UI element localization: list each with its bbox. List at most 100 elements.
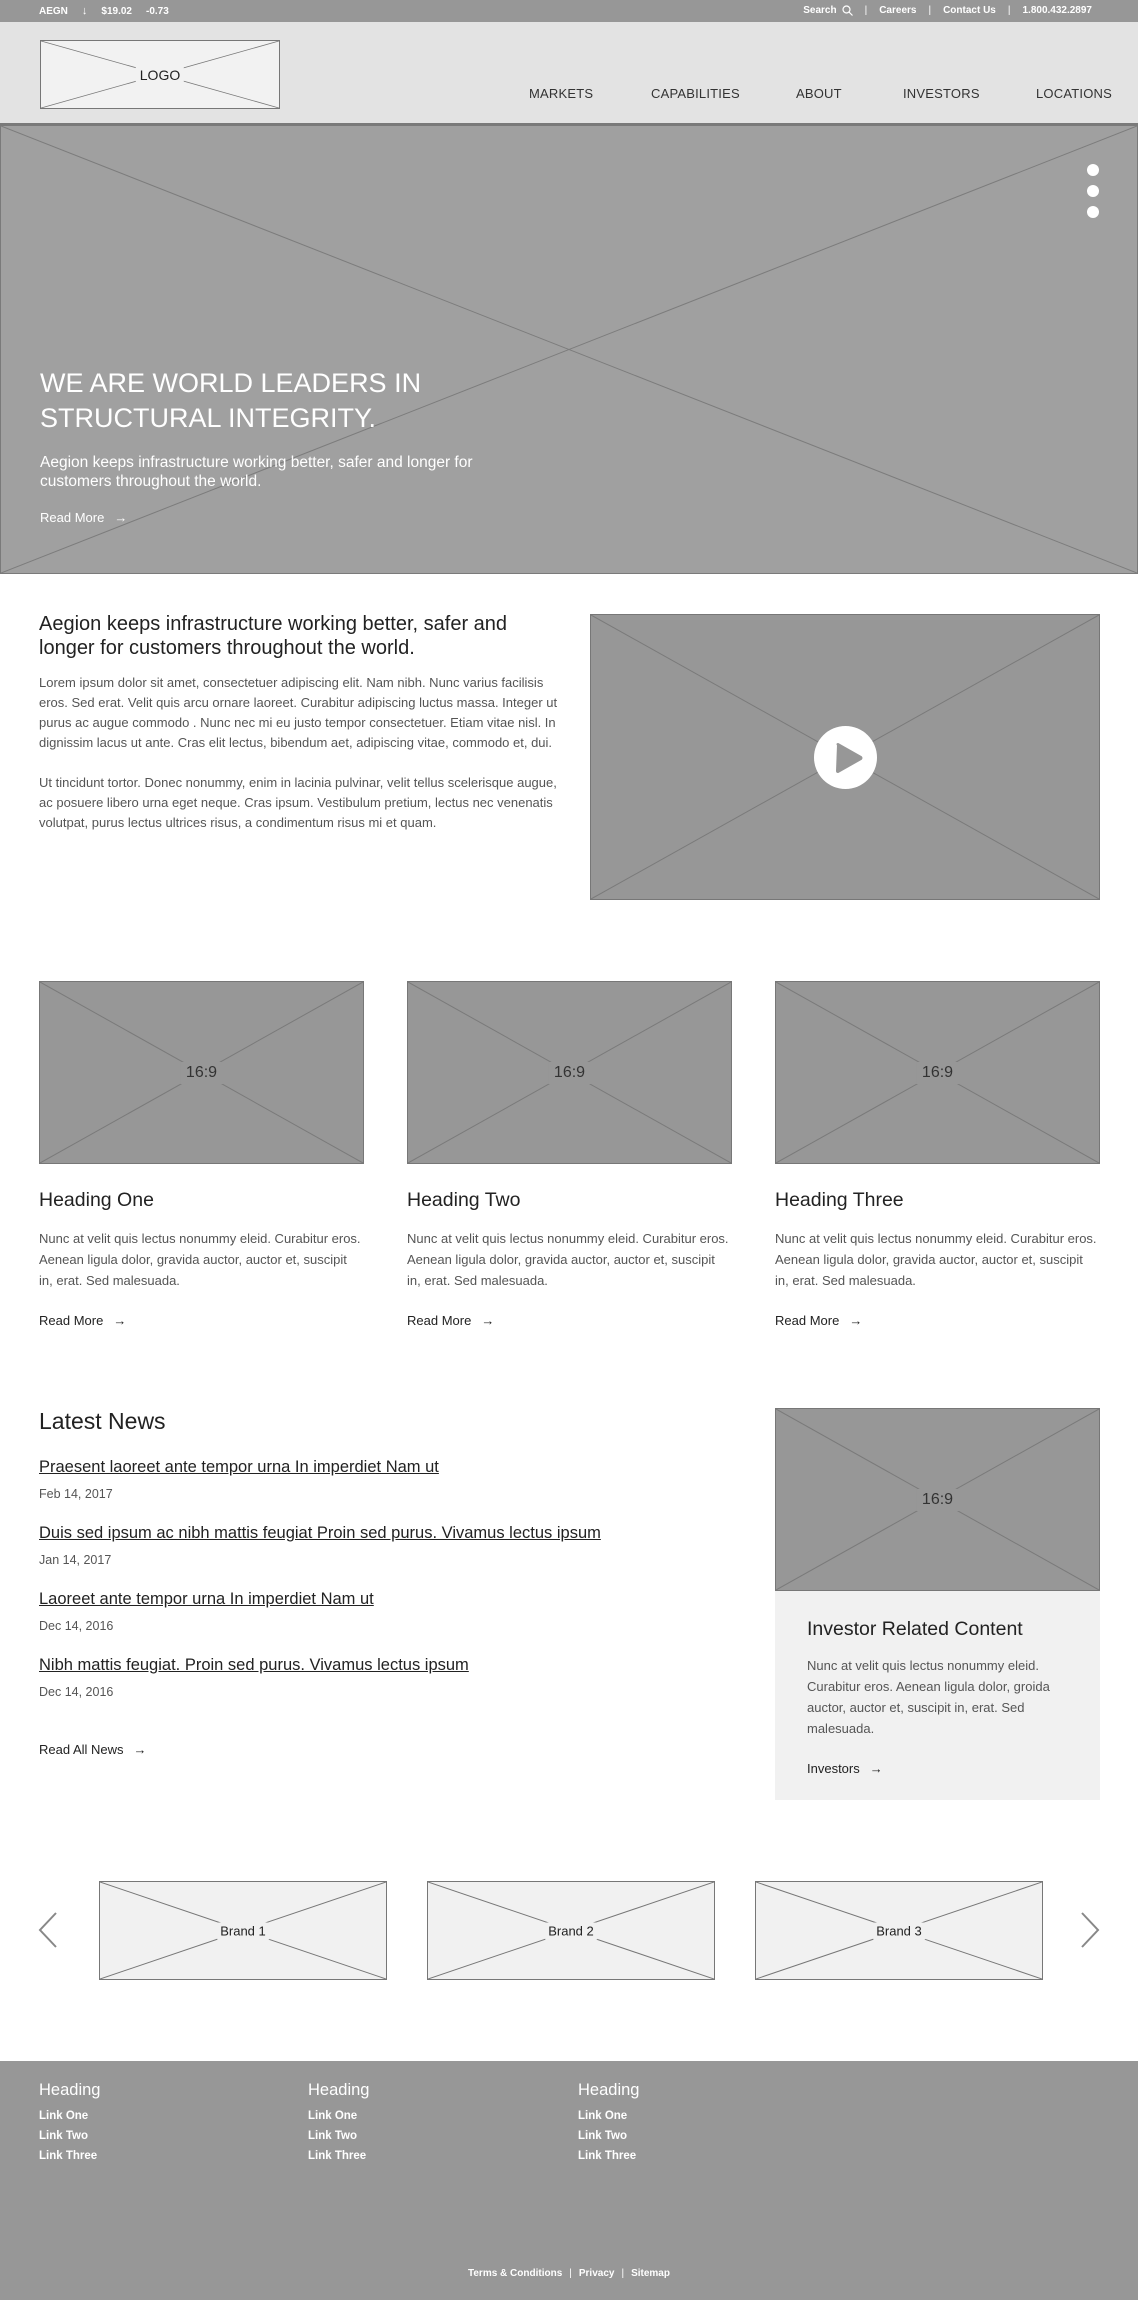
feature-card: 16:9 Heading One Nunc at velit quis lect… [39,981,364,1330]
read-more-label: Read More [40,510,105,525]
news-headline-link[interactable]: Laoreet ante tempor urna In imperdiet Na… [39,1590,374,1608]
investors-link[interactable]: Investors → [807,1761,883,1776]
feature-card: 16:9 Heading Two Nunc at velit quis lect… [407,981,732,1330]
video-player[interactable] [590,614,1100,900]
investor-body: Investor Related Content Nunc at velit q… [775,1591,1100,1778]
brand-label: Brand 1 [217,1922,269,1939]
brand-logo[interactable]: Brand 2 [427,1881,715,1980]
intro-paragraph: Ut tincidunt tortor. Donec nonummy, enim… [39,775,557,830]
legal-links: Terms & Conditions | Privacy | Sitemap [0,2268,1138,2279]
read-all-news-link[interactable]: Read All News → [39,1742,147,1757]
nav-capabilities[interactable]: CAPABILITIES [651,86,740,101]
careers-link[interactable]: Careers [879,5,916,16]
nav-about[interactable]: ABOUT [796,86,842,101]
brand-prev-button[interactable] [38,1912,58,1948]
nav-markets[interactable]: MARKETS [529,86,593,101]
aspect-ratio-label: 16:9 [179,1061,224,1084]
news-title: Latest News [39,1408,166,1434]
stock-ticker: AEGN ↓ $19.02 -0.73 [39,5,169,17]
news-list: Praesent laoreet ante tempor urna In imp… [39,1458,739,1722]
footer-link[interactable]: Link Two [578,2126,639,2146]
footer-link[interactable]: Link Two [39,2126,100,2146]
arrow-right-icon: → [849,1313,863,1328]
news-headline-link[interactable]: Praesent laoreet ante tempor urna In imp… [39,1458,439,1476]
brand-label: Brand 2 [545,1922,597,1939]
news-item: Laoreet ante tempor urna In imperdiet Na… [39,1590,739,1656]
arrow-right-icon: → [113,1313,127,1328]
news-date: Dec 14, 2016 [39,1619,114,1633]
card-read-more-link[interactable]: Read More → [407,1313,494,1328]
brand-next-button[interactable] [1080,1912,1100,1948]
footer-column: Heading Link One Link Two Link Three [308,2081,369,2166]
footer-link[interactable]: Link Three [308,2146,369,2166]
footer-link[interactable]: Link One [39,2106,100,2126]
news-item: Duis sed ipsum ac nibh mattis feugiat Pr… [39,1524,739,1590]
site-footer: Heading Link One Link Two Link Three Hea… [0,2061,1138,2300]
footer-column: Heading Link One Link Two Link Three [578,2081,639,2166]
brand-logo[interactable]: Brand 1 [99,1881,387,1980]
separator: | [621,2268,625,2279]
aspect-ratio-label: 16:9 [915,1061,960,1084]
brand-label: Brand 3 [873,1922,925,1939]
image-placeholder: 16:9 [407,981,732,1164]
arrow-down-icon: ↓ [81,5,88,17]
news-headline-link[interactable]: Nibh mattis feugiat. Proin sed purus. Vi… [39,1656,469,1674]
search-link[interactable]: Search [803,5,853,16]
aspect-ratio-label: 16:9 [915,1488,960,1511]
footer-link[interactable]: Link Three [39,2146,100,2166]
hero-title: WE ARE WORLD LEADERS IN STRUCTURAL INTEG… [40,368,422,433]
news-date: Jan 14, 2017 [39,1553,112,1567]
card-read-more-link[interactable]: Read More → [39,1313,126,1328]
separator: | [569,2268,572,2279]
news-date: Feb 14, 2017 [39,1487,113,1501]
news-item: Praesent laoreet ante tempor urna In imp… [39,1458,739,1524]
footer-link[interactable]: Link One [578,2106,639,2126]
feature-card: 16:9 Heading Three Nunc at velit quis le… [775,981,1100,1330]
image-placeholder: 16:9 [39,981,364,1164]
nav-investors[interactable]: INVESTORS [903,86,980,101]
search-icon [841,5,853,16]
footer-heading: Heading [578,2081,640,2099]
phone-link[interactable]: 1.800.432.2897 [1022,5,1092,16]
hero-banner: WE ARE WORLD LEADERS IN STRUCTURAL INTEG… [0,125,1138,574]
play-icon [836,743,863,773]
contact-link[interactable]: Contact Us [943,5,996,16]
privacy-link[interactable]: Privacy [579,2268,615,2279]
sitemap-link[interactable]: Sitemap [631,2268,670,2279]
footer-link[interactable]: Link Two [308,2126,369,2146]
separator: | [864,5,868,16]
play-button[interactable] [814,726,877,789]
chevron-left-icon [38,1912,57,1948]
terms-link[interactable]: Terms & Conditions [468,2268,562,2279]
arrow-right-icon: → [481,1313,495,1328]
image-placeholder [1,126,1137,573]
hero-read-more-link[interactable]: Read More → [40,510,127,525]
footer-link[interactable]: Link Three [578,2146,639,2166]
intro-paragraph: Lorem ipsum dolor sit amet, consectetuer… [39,675,558,750]
separator: | [928,5,932,16]
investor-heading: Investor Related Content [807,1618,1023,1640]
investor-text: Nunc at velit quis lectus nonummy eleid.… [807,1658,1050,1736]
card-heading: Heading One [39,1189,154,1211]
card-heading: Heading Two [407,1189,521,1211]
arrow-right-icon: → [114,510,128,525]
logo[interactable]: LOGO [40,40,280,109]
carousel-dots [1087,164,1099,218]
investor-panel: 16:9 Investor Related Content Nunc at ve… [775,1408,1100,1800]
utility-links: Search | Careers | Contact Us | 1.800.43… [803,5,1092,16]
news-headline-link[interactable]: Duis sed ipsum ac nibh mattis feugiat Pr… [39,1524,601,1542]
carousel-dot-1[interactable] [1087,164,1099,176]
footer-heading: Heading [39,2081,101,2099]
card-body: Nunc at velit quis lectus nonummy eleid.… [407,1231,729,1288]
card-read-more-link[interactable]: Read More → [775,1313,862,1328]
stock-price: $19.02 [101,5,132,17]
brand-logo[interactable]: Brand 3 [755,1881,1043,1980]
logo-label: LOGO [135,64,185,85]
footer-link[interactable]: Link One [308,2106,369,2126]
carousel-dot-2[interactable] [1087,185,1099,197]
carousel-dot-3[interactable] [1087,206,1099,218]
read-more-label: Read More [775,1313,840,1328]
news-date: Dec 14, 2016 [39,1685,114,1699]
nav-locations[interactable]: LOCATIONS [1036,86,1112,101]
utility-bar: AEGN ↓ $19.02 -0.73 Search | Careers | C… [0,0,1138,22]
